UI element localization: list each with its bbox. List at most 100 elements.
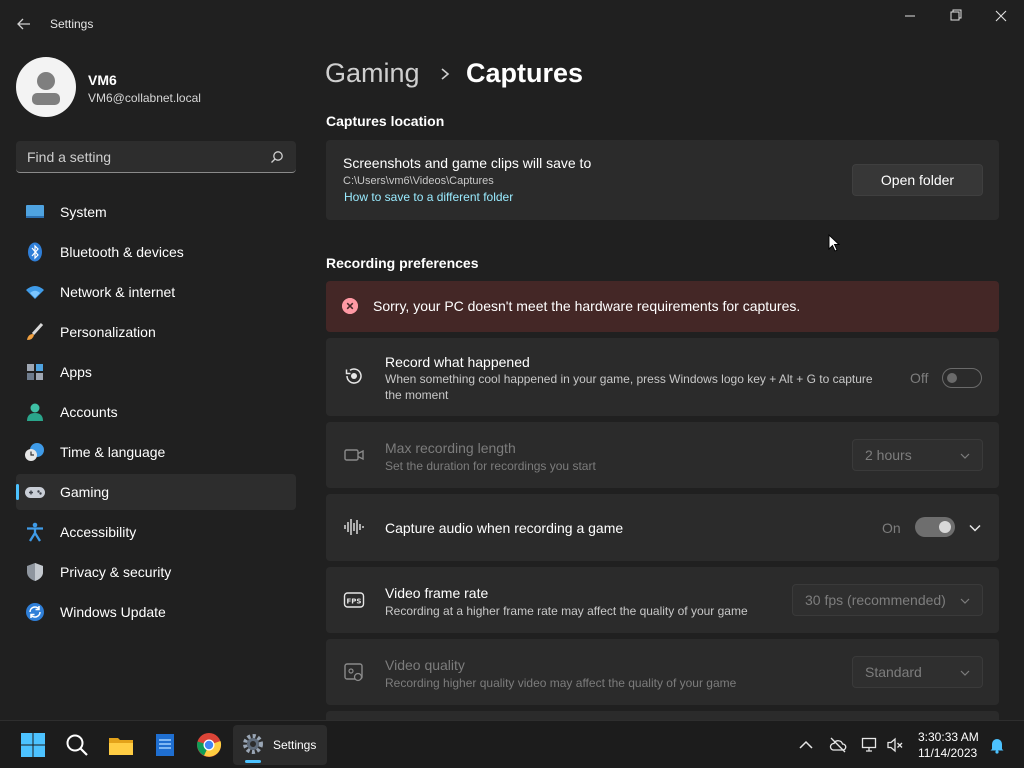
sidebar-item-label: Accounts xyxy=(60,404,118,420)
notepad-icon[interactable] xyxy=(152,732,178,758)
brush-icon xyxy=(27,322,44,340)
restore-button[interactable] xyxy=(940,8,970,26)
video-quality-desc: Recording higher quality video may affec… xyxy=(385,676,737,690)
taskbar-settings-app[interactable]: Settings xyxy=(233,725,327,765)
sidebar-item-accounts[interactable]: Accounts xyxy=(16,394,296,430)
chevron-up-icon[interactable] xyxy=(797,736,815,754)
sidebar-item-apps[interactable]: Apps xyxy=(16,354,296,390)
search-placeholder: Find a setting xyxy=(27,149,112,165)
capture-audio-toggle-state: On xyxy=(882,520,901,536)
max-recording-length-select[interactable]: 2 hours xyxy=(852,439,983,471)
apps-icon xyxy=(27,364,43,380)
section-title-recording-preferences: Recording preferences xyxy=(326,255,479,271)
app-title: Settings xyxy=(50,17,94,31)
video-quality-card: Video quality Recording higher quality v… xyxy=(326,639,999,705)
windows-start-icon[interactable] xyxy=(20,732,46,758)
video-frame-rate-desc: Recording at a higher frame rate may aff… xyxy=(385,604,748,618)
max-recording-length-title: Max recording length xyxy=(385,440,516,456)
active-indicator xyxy=(245,760,261,763)
error-message: Sorry, your PC doesn't meet the hardware… xyxy=(373,298,801,314)
chevron-right-icon xyxy=(441,68,450,80)
sidebar-item-accessibility[interactable]: Accessibility xyxy=(16,514,296,550)
select-value: Standard xyxy=(865,664,922,680)
max-recording-length-card: Max recording length Set the duration fo… xyxy=(326,422,999,488)
sidebar-nav: System Bluetooth & devices Network & int… xyxy=(16,194,296,634)
record-what-happened-toggle[interactable] xyxy=(942,368,982,388)
sidebar-item-label: Time & language xyxy=(60,444,166,460)
notification-bell-icon[interactable] xyxy=(988,736,1006,754)
search-input[interactable]: Find a setting xyxy=(16,141,296,173)
record-what-happened-title: Record what happened xyxy=(385,354,530,370)
back-button[interactable] xyxy=(14,12,34,36)
chevron-down-icon[interactable] xyxy=(968,521,982,535)
sidebar-item-network[interactable]: Network & internet xyxy=(16,274,296,310)
video-quality-title: Video quality xyxy=(385,657,465,673)
sidebar-item-privacy[interactable]: Privacy & security xyxy=(16,554,296,590)
person-icon xyxy=(32,72,60,105)
chevron-down-icon xyxy=(960,670,970,676)
cloud-offline-icon[interactable] xyxy=(829,736,847,754)
sidebar-item-system[interactable]: System xyxy=(16,194,296,230)
record-what-happened-desc: When something cool happened in your gam… xyxy=(385,371,905,403)
system-icon xyxy=(26,205,44,218)
select-value: 2 hours xyxy=(865,447,912,463)
user-email: VM6@collabnet.local xyxy=(88,91,201,105)
toggle-knob xyxy=(947,373,957,383)
chrome-icon[interactable] xyxy=(196,732,222,758)
video-frame-rate-title: Video frame rate xyxy=(385,585,489,601)
capture-audio-toggle[interactable] xyxy=(915,517,955,537)
bluetooth-icon xyxy=(28,242,42,262)
video-quality-select[interactable]: Standard xyxy=(852,656,983,688)
sidebar-item-windows-update[interactable]: Windows Update xyxy=(16,594,296,630)
open-folder-button[interactable]: Open folder xyxy=(852,164,983,196)
wifi-icon xyxy=(26,286,44,299)
restore-icon xyxy=(950,9,962,21)
arrow-left-icon xyxy=(17,18,30,30)
audio-waveform-icon xyxy=(344,519,364,535)
sidebar-item-label: Bluetooth & devices xyxy=(60,244,184,260)
avatar[interactable] xyxy=(16,57,76,117)
next-setting-card xyxy=(326,711,999,720)
capture-audio-card[interactable]: Capture audio when recording a game On xyxy=(326,494,999,561)
taskbar-clock-date[interactable]: 11/14/2023 xyxy=(918,746,977,760)
max-recording-length-desc: Set the duration for recordings you star… xyxy=(385,459,596,473)
sidebar-item-bluetooth[interactable]: Bluetooth & devices xyxy=(16,234,296,270)
sidebar-item-label: System xyxy=(60,204,107,220)
shield-icon xyxy=(27,563,43,581)
minimize-icon xyxy=(905,15,915,17)
mouse-cursor-icon xyxy=(828,234,840,252)
desc-line: the moment xyxy=(385,388,449,402)
close-button[interactable] xyxy=(986,8,1016,26)
sidebar-item-label: Personalization xyxy=(60,324,156,340)
user-name: VM6 xyxy=(88,72,117,88)
record-history-icon xyxy=(345,368,362,384)
chevron-down-icon xyxy=(960,453,970,459)
video-settings-icon xyxy=(344,663,363,682)
record-what-happened-card: Record what happened When something cool… xyxy=(326,338,999,416)
gamepad-icon xyxy=(25,487,45,498)
sidebar-item-label: Network & internet xyxy=(60,284,176,300)
chevron-down-icon xyxy=(960,598,970,604)
capture-audio-title: Capture audio when recording a game xyxy=(385,520,624,536)
toggle-knob xyxy=(939,521,951,533)
sidebar-item-label: Gaming xyxy=(60,484,110,500)
accessibility-icon xyxy=(27,522,43,542)
network-ethernet-icon[interactable] xyxy=(861,736,879,754)
file-explorer-icon[interactable] xyxy=(108,732,134,758)
search-icon[interactable] xyxy=(64,732,90,758)
sidebar-item-personalization[interactable]: Personalization xyxy=(16,314,296,350)
minimize-button[interactable] xyxy=(895,8,925,26)
breadcrumb-parent[interactable]: Gaming xyxy=(325,58,420,89)
sidebar-item-gaming[interactable]: Gaming xyxy=(16,474,296,510)
desc-line: When something cool happened in your gam… xyxy=(385,372,873,386)
volume-muted-icon[interactable] xyxy=(886,736,904,754)
captures-location-title: Screenshots and game clips will save to xyxy=(343,155,592,171)
save-location-help-link[interactable]: How to save to a different folder xyxy=(344,190,513,204)
title-bar: Settings xyxy=(0,0,1024,48)
close-icon xyxy=(995,10,1007,22)
sidebar-item-label: Privacy & security xyxy=(60,564,172,580)
taskbar-clock-time[interactable]: 3:30:33 AM xyxy=(918,730,979,744)
video-frame-rate-select[interactable]: 30 fps (recommended) xyxy=(792,584,983,616)
sidebar-item-time-language[interactable]: Time & language xyxy=(16,434,296,470)
gear-icon xyxy=(243,734,263,754)
